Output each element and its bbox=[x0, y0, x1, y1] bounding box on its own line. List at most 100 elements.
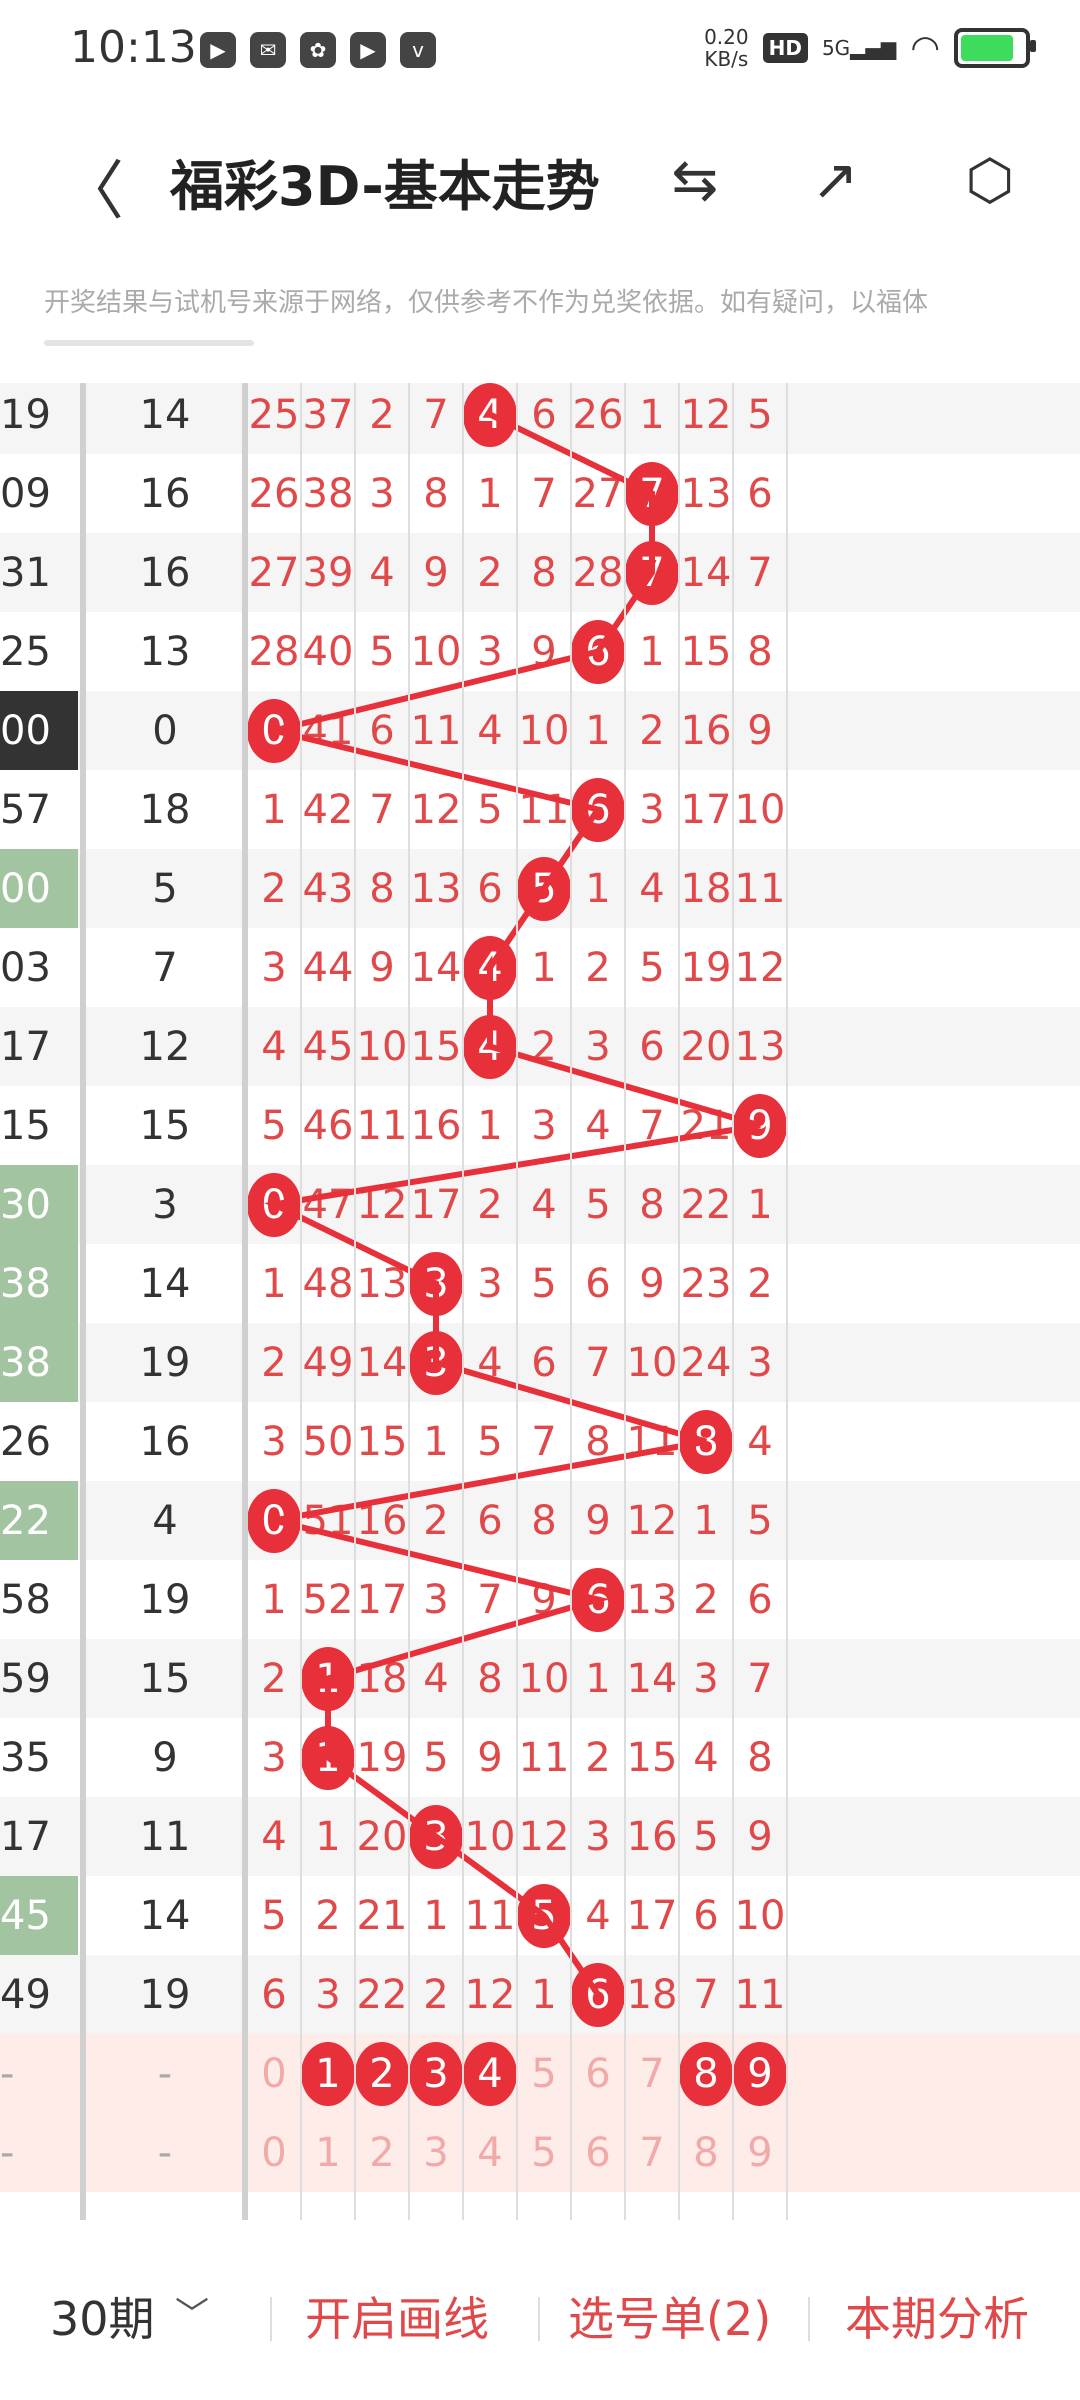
draw-lines-button[interactable]: 开启画线 bbox=[305, 2283, 489, 2349]
summary-cell: 9 bbox=[747, 2129, 773, 2176]
omission-cell: 10 bbox=[626, 1339, 678, 1386]
omission-cell: 39 bbox=[302, 549, 354, 596]
table-row[interactable]: 45 14 5 2 21 1 11 5 4 17 6 10 bbox=[0, 1876, 1080, 1955]
drawn-number-ball: 5 bbox=[517, 856, 571, 921]
omission-cell: 5 bbox=[747, 391, 773, 438]
sum-cell: 11 bbox=[139, 1813, 191, 1860]
battery-icon bbox=[954, 28, 1036, 68]
table-row[interactable]: 49 19 6 3 22 2 12 1 6 18 7 11 bbox=[0, 1955, 1080, 2034]
omission-cell: 2 bbox=[531, 1023, 557, 1070]
omission-cell: 10 bbox=[410, 628, 462, 675]
drawn-number-ball: 7 bbox=[625, 461, 679, 526]
omission-cell: 5 bbox=[423, 1734, 449, 1781]
table-row[interactable]: 25 13 28 40 5 10 3 9 6 1 15 8 bbox=[0, 612, 1080, 691]
swap-chart-icon[interactable]: ⇆ bbox=[660, 145, 730, 215]
omission-cell: 11 bbox=[518, 786, 570, 833]
trend-table[interactable]: 19 14 25 37 2 7 4 6 26 1 12 5 09 16 26 38 3 8 1 7 27 7 13 6 31 16… bbox=[0, 383, 1080, 2220]
status-time: 10:13 bbox=[70, 22, 197, 73]
table-row[interactable]: 31 16 27 39 4 9 2 8 28 7 14 7 bbox=[0, 533, 1080, 612]
period-analysis-button[interactable]: 本期分析 bbox=[845, 2283, 1029, 2349]
omission-cell: 7 bbox=[625, 533, 679, 612]
app-header: 〈 福彩3D-基本走势 ⇆ ↗ ⬡ bbox=[0, 110, 1080, 250]
table-row[interactable]: 58 19 1 52 17 3 7 9 6 13 2 6 bbox=[0, 1560, 1080, 1639]
omission-cell: 3 bbox=[585, 1813, 611, 1860]
table-row[interactable]: 59 15 2 1 18 4 8 10 1 14 3 7 bbox=[0, 1639, 1080, 1718]
drawn-number-ball: 6 bbox=[571, 619, 625, 684]
omission-cell: 8 bbox=[679, 1402, 733, 1481]
summary-cell: 1 bbox=[301, 2034, 355, 2113]
video-app-icon: ▶ bbox=[200, 32, 236, 68]
table-row[interactable]: 38 19 2 49 14 3 4 6 7 10 24 3 bbox=[0, 1323, 1080, 1402]
omission-cell: 5 bbox=[585, 1181, 611, 1228]
omission-cell: 3 bbox=[409, 1323, 463, 1402]
omission-cell: 6 bbox=[261, 1971, 287, 2018]
sum-cell: 13 bbox=[139, 628, 191, 675]
settings-icon[interactable]: ⬡ bbox=[955, 145, 1025, 215]
omission-cell: 13 bbox=[356, 1260, 408, 1307]
sum-cell: 18 bbox=[139, 786, 191, 833]
omission-cell: 6 bbox=[571, 1955, 625, 2034]
omission-cell: 1 bbox=[261, 1260, 287, 1307]
issue-cell: 59 bbox=[0, 1655, 51, 1702]
omission-cell: 3 bbox=[423, 1576, 449, 1623]
omission-cell: 4 bbox=[423, 1655, 449, 1702]
back-button[interactable]: 〈 bbox=[60, 140, 124, 229]
omission-cell: 38 bbox=[302, 470, 354, 517]
table-row[interactable]: 38 14 1 48 13 3 3 5 6 9 23 2 bbox=[0, 1244, 1080, 1323]
chevron-down-icon[interactable]: ﹀ bbox=[175, 2287, 209, 2336]
table-row[interactable]: 17 12 4 45 10 15 4 2 3 6 20 13 bbox=[0, 1007, 1080, 1086]
grid-line bbox=[408, 383, 410, 2220]
sum-cell: 4 bbox=[152, 1497, 178, 1544]
omission-cell: 6 bbox=[585, 1260, 611, 1307]
hot-number-ball[interactable]: 2 bbox=[355, 2041, 409, 2106]
hot-number-ball[interactable]: 9 bbox=[733, 2041, 787, 2106]
table-row[interactable]: 09 16 26 38 3 8 1 7 27 7 13 6 bbox=[0, 454, 1080, 533]
sum-cell: 9 bbox=[152, 1734, 178, 1781]
omission-cell: 9 bbox=[639, 1260, 665, 1307]
omission-cell: 1 bbox=[423, 1892, 449, 1939]
sum-cell: 16 bbox=[139, 549, 191, 596]
omission-cell: 18 bbox=[680, 865, 732, 912]
share-icon[interactable]: ↗ bbox=[800, 145, 870, 215]
omission-cell: 12 bbox=[410, 786, 462, 833]
hot-number-ball[interactable]: 8 bbox=[679, 2041, 733, 2106]
hot-number-ball[interactable]: 3 bbox=[409, 2041, 463, 2106]
omission-cell: 37 bbox=[302, 391, 354, 438]
omission-cell: 7 bbox=[531, 470, 557, 517]
sum-cell: 5 bbox=[152, 865, 178, 912]
table-row[interactable]: 57 18 1 42 7 12 5 11 6 3 17 10 bbox=[0, 770, 1080, 849]
omission-cell: 7 bbox=[585, 1339, 611, 1386]
drawn-number-ball: 1 bbox=[301, 1725, 355, 1790]
hot-number-ball[interactable]: 4 bbox=[463, 2041, 517, 2106]
omission-cell: 0 bbox=[247, 1165, 301, 1244]
period-selector[interactable]: 30期 bbox=[50, 2283, 155, 2349]
omission-cell: 12 bbox=[464, 1971, 516, 2018]
table-row[interactable]: 26 16 3 50 15 1 5 7 8 11 8 4 bbox=[0, 1402, 1080, 1481]
issue-cell: 19 bbox=[0, 391, 51, 438]
wifi-icon: ◠ bbox=[910, 28, 940, 68]
omission-cell: 4 bbox=[585, 1892, 611, 1939]
table-row[interactable]: 35 9 3 1 19 5 9 11 2 15 4 8 bbox=[0, 1718, 1080, 1797]
omission-cell: 2 bbox=[585, 944, 611, 991]
table-row[interactable]: 15 15 5 46 11 16 1 3 4 7 21 9 bbox=[0, 1086, 1080, 1165]
table-row[interactable]: 03 7 3 44 9 14 4 1 2 5 19 12 bbox=[0, 928, 1080, 1007]
network-type: 5G bbox=[821, 36, 851, 60]
omission-cell: 2 bbox=[261, 865, 287, 912]
hot-number-ball[interactable]: 1 bbox=[301, 2041, 355, 2106]
omission-cell: 40 bbox=[302, 628, 354, 675]
omission-cell: 16 bbox=[410, 1102, 462, 1149]
summary-cell: 6 bbox=[585, 2050, 611, 2097]
table-row[interactable]: 17 11 4 1 20 3 10 12 3 16 5 9 bbox=[0, 1797, 1080, 1876]
table-row[interactable]: 00 0 0 41 6 11 4 10 1 2 16 9 bbox=[0, 691, 1080, 770]
omission-cell: 43 bbox=[302, 865, 354, 912]
network-speed-unit: KB/s bbox=[704, 47, 749, 71]
table-row[interactable]: 19 14 25 37 2 7 4 6 26 1 12 5 bbox=[0, 383, 1080, 454]
pick-list-button[interactable]: 选号单(2) bbox=[568, 2283, 771, 2349]
table-row[interactable]: 00 5 2 43 8 13 6 5 1 4 18 11 bbox=[0, 849, 1080, 928]
back-arrow-icon: 〈 bbox=[60, 155, 124, 229]
summary-cell: 4 bbox=[463, 2034, 517, 2113]
drawn-number-ball: 4 bbox=[463, 935, 517, 1000]
table-row[interactable]: 22 4 0 51 16 2 6 8 9 12 1 5 bbox=[0, 1481, 1080, 1560]
table-row[interactable]: 30 3 0 47 12 17 2 4 5 8 22 1 bbox=[0, 1165, 1080, 1244]
omission-cell: 1 bbox=[639, 628, 665, 675]
